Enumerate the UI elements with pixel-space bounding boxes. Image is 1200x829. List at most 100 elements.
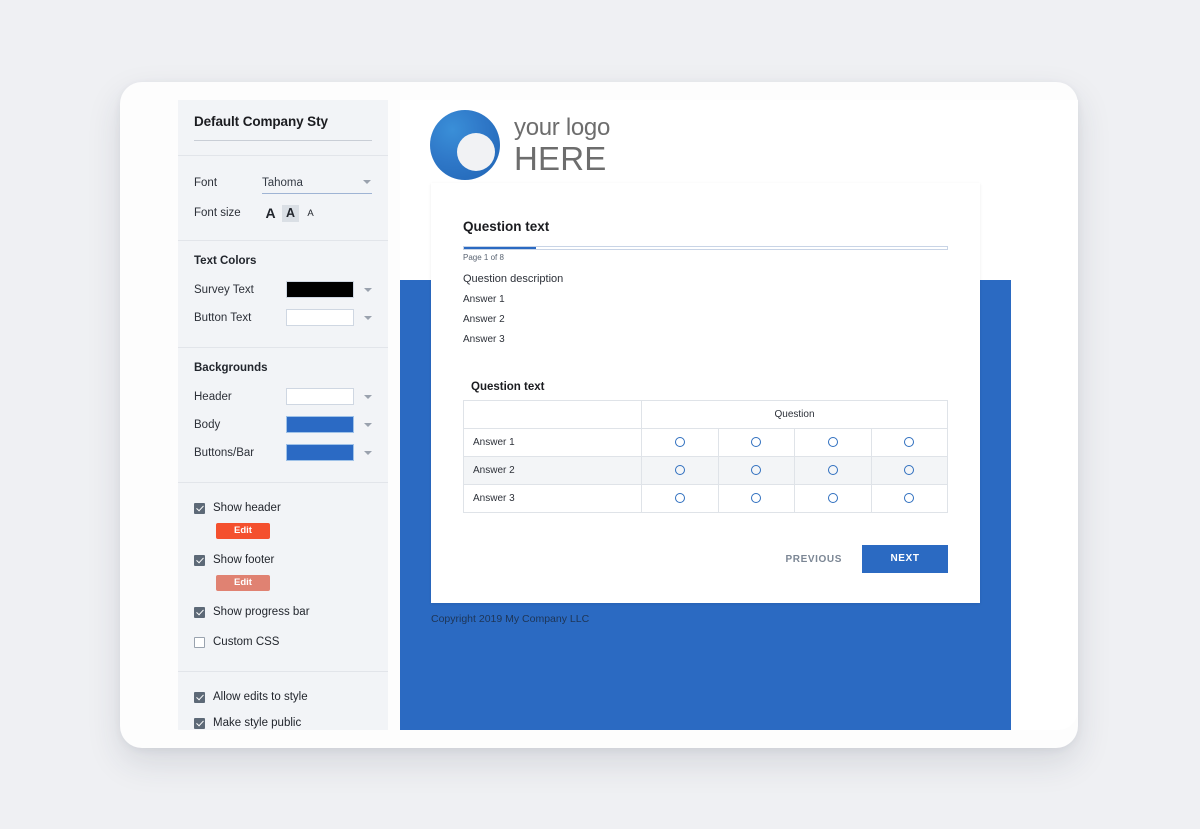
matrix-radio-cell[interactable] — [794, 456, 872, 485]
table-row: Answer 1 — [463, 428, 948, 457]
chevron-down-icon[interactable] — [364, 287, 372, 292]
matrix-radio-cell[interactable] — [870, 456, 948, 485]
progress-label: Page 1 of 8 — [463, 253, 504, 262]
chevron-down-icon[interactable] — [364, 315, 372, 320]
radio-icon[interactable] — [674, 464, 685, 475]
matrix-corner-cell — [463, 400, 642, 429]
radio-icon[interactable] — [751, 492, 762, 503]
show-header-row[interactable]: Show header — [194, 497, 372, 519]
chevron-down-icon[interactable] — [364, 422, 372, 427]
matrix-column-group-header: Question — [641, 400, 948, 429]
body-background-row: Body — [194, 412, 372, 437]
allow-edits-checkbox[interactable] — [194, 691, 205, 703]
survey-question-card: Question text Page 1 of 8 Question descr… — [431, 183, 980, 603]
text-colors-panel: Text Colors Survey Text Button Text — [178, 241, 388, 348]
header-background-swatch[interactable] — [286, 388, 354, 405]
font-size-small-option[interactable]: A — [302, 205, 319, 222]
custom-css-checkbox[interactable] — [194, 636, 205, 648]
matrix-radio-cell[interactable] — [641, 428, 719, 457]
show-header-checkbox[interactable] — [194, 502, 205, 514]
allow-edits-row[interactable]: Allow edits to style — [194, 686, 372, 708]
header-background-label: Header — [194, 390, 232, 403]
table-row: Answer 2 — [463, 456, 948, 485]
progress-bar-fill — [464, 247, 537, 249]
matrix-body: Answer 1 Answer 2 Answer 3 — [463, 428, 948, 513]
radio-icon[interactable] — [904, 464, 915, 475]
radio-icon[interactable] — [751, 436, 762, 447]
buttons-bar-background-swatch[interactable] — [286, 444, 354, 461]
logo: your logo HERE — [430, 110, 610, 180]
chevron-down-icon[interactable] — [364, 394, 372, 399]
question-answer-2: Answer 2 — [463, 314, 505, 325]
logo-text: your logo HERE — [514, 113, 611, 175]
radio-icon[interactable] — [904, 492, 915, 503]
make-style-public-checkbox[interactable] — [194, 717, 205, 729]
matrix-row-label: Answer 2 — [463, 456, 642, 485]
question-description: Question description — [463, 273, 564, 285]
show-progress-bar-label: Show progress bar — [213, 606, 310, 618]
survey-card-content: Question text Page 1 of 8 Question descr… — [431, 183, 980, 513]
show-footer-checkbox[interactable] — [194, 554, 205, 566]
radio-icon[interactable] — [827, 436, 838, 447]
radio-icon[interactable] — [827, 464, 838, 475]
survey-text-label: Survey Text — [194, 283, 254, 296]
device-screen: Default Company Sty Font Tahoma Font siz… — [178, 100, 1078, 730]
button-text-color-swatch[interactable] — [286, 309, 354, 326]
progress-bar — [463, 246, 948, 250]
matrix-radio-cell[interactable] — [794, 428, 872, 457]
body-background-swatch[interactable] — [286, 416, 354, 433]
matrix-radio-cell[interactable] — [870, 484, 948, 513]
chevron-down-icon[interactable] — [364, 450, 372, 455]
matrix-radio-cell[interactable] — [717, 484, 795, 513]
previous-button[interactable]: PREVIOUS — [786, 554, 842, 565]
show-footer-row[interactable]: Show footer — [194, 549, 372, 571]
radio-icon[interactable] — [751, 464, 762, 475]
button-text-color-row: Button Text — [194, 305, 372, 330]
matrix-radio-cell[interactable] — [641, 484, 719, 513]
edit-footer-button[interactable]: Edit — [216, 575, 270, 591]
radio-icon[interactable] — [827, 492, 838, 503]
header-background-row: Header — [194, 384, 372, 409]
buttons-bar-background-row: Buttons/Bar — [194, 440, 372, 465]
show-progress-bar-row[interactable]: Show progress bar — [194, 601, 372, 623]
next-button[interactable]: NEXT — [862, 545, 948, 573]
edit-header-button[interactable]: Edit — [216, 523, 270, 539]
chevron-down-icon — [363, 179, 371, 184]
matrix-radio-cell[interactable] — [870, 428, 948, 457]
backgrounds-panel: Backgrounds Header Body Buttons/Bar — [178, 348, 388, 483]
survey-navigation: PREVIOUS NEXT — [786, 545, 980, 573]
font-size-label: Font size — [194, 207, 241, 219]
question-answer-3: Answer 3 — [463, 334, 505, 345]
style-name-panel: Default Company Sty — [178, 100, 388, 156]
matrix-table: Question Answer 1 Answer 2 Answer 3 — [463, 400, 948, 513]
table-row: Answer 3 — [463, 484, 948, 513]
font-select[interactable]: Tahoma — [262, 173, 372, 194]
show-header-label: Show header — [213, 502, 281, 514]
text-colors-heading: Text Colors — [194, 255, 257, 267]
matrix-question-title: Question text — [471, 381, 545, 393]
radio-icon[interactable] — [674, 436, 685, 447]
font-size-large-option[interactable]: A — [262, 205, 279, 222]
allow-edits-label: Allow edits to style — [213, 691, 308, 703]
logo-circle-icon — [430, 110, 500, 180]
matrix-radio-cell[interactable] — [717, 456, 795, 485]
font-value: Tahoma — [262, 176, 303, 189]
make-public-row[interactable]: Make style public — [194, 712, 372, 730]
matrix-radio-cell[interactable] — [794, 484, 872, 513]
font-size-medium-option[interactable]: A — [282, 204, 299, 222]
permissions-panel: Allow edits to style Make style public — [178, 672, 388, 730]
radio-icon[interactable] — [904, 436, 915, 447]
matrix-radio-cell[interactable] — [717, 428, 795, 457]
style-editor-sidebar: Default Company Sty Font Tahoma Font siz… — [178, 100, 388, 730]
custom-css-row[interactable]: Custom CSS — [194, 631, 372, 653]
logo-line-1: your logo — [514, 113, 611, 141]
matrix-header-row: Question — [463, 400, 948, 429]
show-progress-bar-checkbox[interactable] — [194, 606, 205, 618]
device-frame: Default Company Sty Font Tahoma Font siz… — [120, 82, 1078, 748]
make-style-public-label: Make style public — [213, 717, 302, 729]
style-name-title: Default Company Sty — [194, 114, 328, 129]
button-text-label: Button Text — [194, 311, 252, 324]
matrix-radio-cell[interactable] — [641, 456, 719, 485]
survey-text-color-swatch[interactable] — [286, 281, 354, 298]
radio-icon[interactable] — [674, 492, 685, 503]
